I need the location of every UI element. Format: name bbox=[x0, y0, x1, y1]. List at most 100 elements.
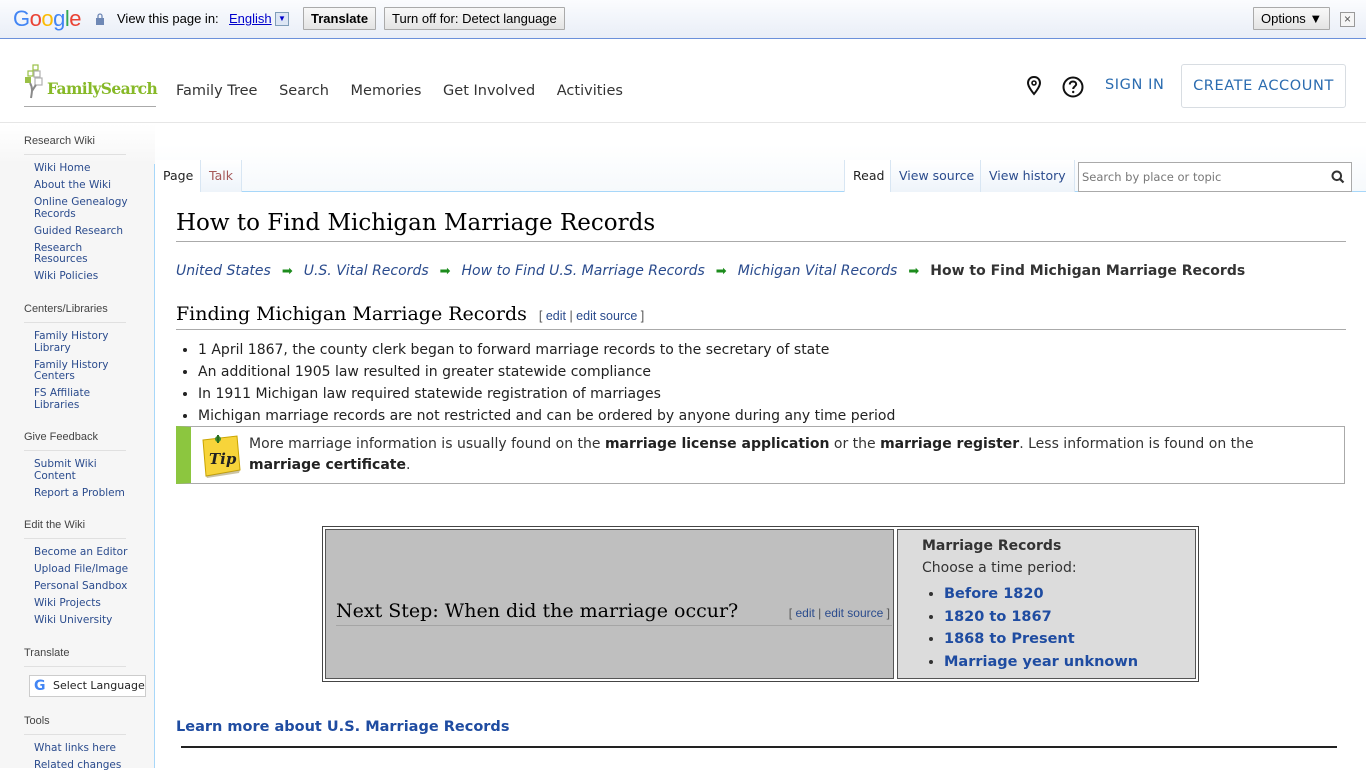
tip-text: More marriage information is usually fou… bbox=[249, 434, 1309, 476]
translate-button[interactable]: Translate bbox=[303, 7, 377, 30]
nav-activities[interactable]: Activities bbox=[557, 83, 623, 99]
nav-get-involved[interactable]: Get Involved bbox=[443, 83, 535, 99]
list-item: Michigan marriage records are not restri… bbox=[198, 405, 895, 427]
nav-memories[interactable]: Memories bbox=[351, 83, 422, 99]
edit-source-link[interactable]: edit source bbox=[576, 309, 637, 323]
tip-bold-term: marriage license application bbox=[604, 436, 830, 452]
logo-letter: o bbox=[41, 6, 54, 31]
search-icon[interactable] bbox=[1331, 170, 1345, 184]
sidebar-item-online-records[interactable]: Online Genealogy Records bbox=[34, 196, 134, 220]
sidebar-item-submit-content[interactable]: Submit Wiki Content bbox=[34, 458, 134, 482]
sidebar-item-wiki-policies[interactable]: Wiki Policies bbox=[34, 270, 134, 283]
sidebar-item-upload-file[interactable]: Upload File/Image bbox=[34, 563, 134, 576]
tip-text-part: or the bbox=[829, 436, 881, 452]
tab-view-source[interactable]: View source bbox=[890, 160, 983, 192]
sidebar-heading: Tools bbox=[24, 715, 126, 735]
tip-bold-term: marriage register bbox=[880, 436, 1020, 452]
nav-search[interactable]: Search bbox=[279, 83, 329, 99]
logo-letter: o bbox=[29, 6, 42, 31]
search-input[interactable] bbox=[1082, 164, 1322, 190]
tab-page[interactable]: Page bbox=[155, 160, 202, 192]
list-item: In 1911 Michigan law required statewide … bbox=[198, 383, 895, 405]
breadcrumb-link[interactable]: How to Find U.S. Marriage Records bbox=[462, 263, 705, 279]
breadcrumb-link[interactable]: United States bbox=[176, 263, 271, 279]
sidebar-section-centers: Centers/Libraries Family History Library… bbox=[24, 303, 144, 417]
edit-link[interactable]: edit bbox=[795, 606, 814, 620]
sidebar-section-edit-wiki: Edit the Wiki Become an Editor Upload Fi… bbox=[24, 519, 144, 632]
sidebar-heading: Give Feedback bbox=[24, 431, 126, 451]
breadcrumb-link[interactable]: Michigan Vital Records bbox=[738, 263, 898, 279]
location-pin-icon[interactable] bbox=[1026, 76, 1042, 96]
help-icon[interactable] bbox=[1062, 76, 1084, 98]
sidebar-item-fh-library[interactable]: Family History Library bbox=[34, 330, 134, 354]
facts-list: 1 April 1867, the county clerk began to … bbox=[198, 339, 895, 427]
sidebar-heading: Translate bbox=[24, 647, 126, 667]
arrow-right-icon: ➡ bbox=[439, 264, 451, 279]
sidebar-item-about-wiki[interactable]: About the Wiki bbox=[34, 179, 134, 192]
breadcrumb: United States ➡ U.S. Vital Records ➡ How to … bbox=[176, 263, 1245, 279]
sidebar-item-report-problem[interactable]: Report a Problem bbox=[34, 487, 134, 500]
period-link-1820-1867[interactable]: 1820 to 1867 bbox=[944, 609, 1052, 625]
tip-text-part: More marriage information is usually fou… bbox=[249, 436, 605, 452]
familysearch-logo[interactable]: FamilySearch bbox=[24, 64, 158, 107]
tip-text-part: . Less information is found on the bbox=[1019, 436, 1254, 452]
turn-off-button[interactable]: Turn off for: Detect language bbox=[384, 7, 565, 30]
create-account-button[interactable]: CREATE ACCOUNT bbox=[1181, 64, 1346, 108]
wiki-search bbox=[1078, 162, 1352, 192]
list-item: 1 April 1867, the county clerk began to … bbox=[198, 339, 895, 361]
page-title: How to Find Michigan Marriage Records bbox=[176, 210, 1346, 242]
sign-in-link[interactable]: SIGN IN bbox=[1105, 77, 1165, 93]
sidebar-item-affiliate-libraries[interactable]: FS Affiliate Libraries bbox=[34, 387, 134, 411]
sidebar-item-personal-sandbox[interactable]: Personal Sandbox bbox=[34, 580, 134, 593]
next-step-table: Next Step: When did the marriage occur? … bbox=[322, 526, 1199, 682]
tab-view-history[interactable]: View history bbox=[980, 160, 1075, 192]
period-link-unknown[interactable]: Marriage year unknown bbox=[944, 654, 1138, 670]
close-icon[interactable]: × bbox=[1340, 12, 1355, 27]
list-item: 1868 to Present bbox=[944, 628, 1138, 651]
edit-source-link[interactable]: edit source bbox=[825, 606, 884, 620]
sidebar-item-guided-research[interactable]: Guided Research bbox=[34, 225, 134, 238]
next-step-heading: Next Step: When did the marriage occur? … bbox=[336, 600, 892, 626]
edit-link[interactable]: edit bbox=[546, 309, 566, 323]
breadcrumb-link[interactable]: U.S. Vital Records bbox=[304, 263, 429, 279]
box-title: Marriage Records bbox=[922, 538, 1062, 554]
google-translate-bar: Google View this page in: English ▼ Tran… bbox=[0, 0, 1366, 39]
options-button[interactable]: Options ▼ bbox=[1253, 7, 1331, 30]
logo-text: FamilySearch bbox=[47, 79, 158, 98]
sidebar-item-fh-centers[interactable]: Family History Centers bbox=[34, 359, 134, 383]
tree-icon bbox=[25, 64, 43, 99]
horizontal-rule bbox=[181, 746, 1337, 748]
tab-read[interactable]: Read bbox=[844, 160, 893, 192]
sidebar-item-what-links-here[interactable]: What links here bbox=[34, 742, 134, 755]
sidebar-item-become-editor[interactable]: Become an Editor bbox=[34, 546, 134, 559]
period-link-1868-present[interactable]: 1868 to Present bbox=[944, 631, 1075, 647]
period-link-before-1820[interactable]: Before 1820 bbox=[944, 586, 1044, 602]
google-g-icon: G bbox=[34, 678, 46, 694]
sidebar-heading: Centers/Libraries bbox=[24, 303, 126, 323]
arrow-right-icon: ➡ bbox=[281, 264, 293, 279]
logo-letter: e bbox=[69, 6, 82, 31]
sidebar-section-feedback: Give Feedback Submit Wiki Content Report… bbox=[24, 431, 144, 505]
sidebar-item-wiki-projects[interactable]: Wiki Projects bbox=[34, 597, 134, 610]
time-period-list: Before 1820 1820 to 1867 1868 to Present… bbox=[944, 583, 1138, 673]
view-in-label: View this page in: bbox=[117, 11, 219, 26]
learn-more-link[interactable]: Learn more about U.S. Marriage Records bbox=[176, 719, 509, 735]
box-subtitle: Choose a time period: bbox=[922, 560, 1077, 576]
nav-family-tree[interactable]: Family Tree bbox=[176, 83, 257, 99]
sidebar-item-wiki-university[interactable]: Wiki University bbox=[34, 614, 134, 627]
language-dropdown-icon[interactable]: ▼ bbox=[275, 12, 289, 26]
tab-talk[interactable]: Talk bbox=[200, 160, 242, 192]
section-title: Finding Michigan Marriage Records bbox=[176, 303, 527, 325]
next-step-cell: Next Step: When did the marriage occur? … bbox=[325, 529, 894, 679]
select-language-dropdown[interactable]: G Select Language bbox=[29, 675, 146, 697]
sidebar-section-research-wiki: Research Wiki Wiki Home About the Wiki O… bbox=[24, 135, 144, 288]
list-item: Before 1820 bbox=[944, 583, 1138, 606]
language-link[interactable]: English bbox=[229, 11, 272, 26]
sidebar-item-related-changes[interactable]: Related changes bbox=[34, 759, 134, 772]
main-nav: Family Tree Search Memories Get Involved… bbox=[176, 83, 640, 99]
sidebar-item-research-resources[interactable]: Research Resources bbox=[34, 242, 134, 266]
tip-icon-label: Tip bbox=[209, 450, 237, 468]
sidebar-item-wiki-home[interactable]: Wiki Home bbox=[34, 162, 134, 175]
logo-letter: g bbox=[53, 6, 65, 31]
list-item: 1820 to 1867 bbox=[944, 606, 1138, 629]
